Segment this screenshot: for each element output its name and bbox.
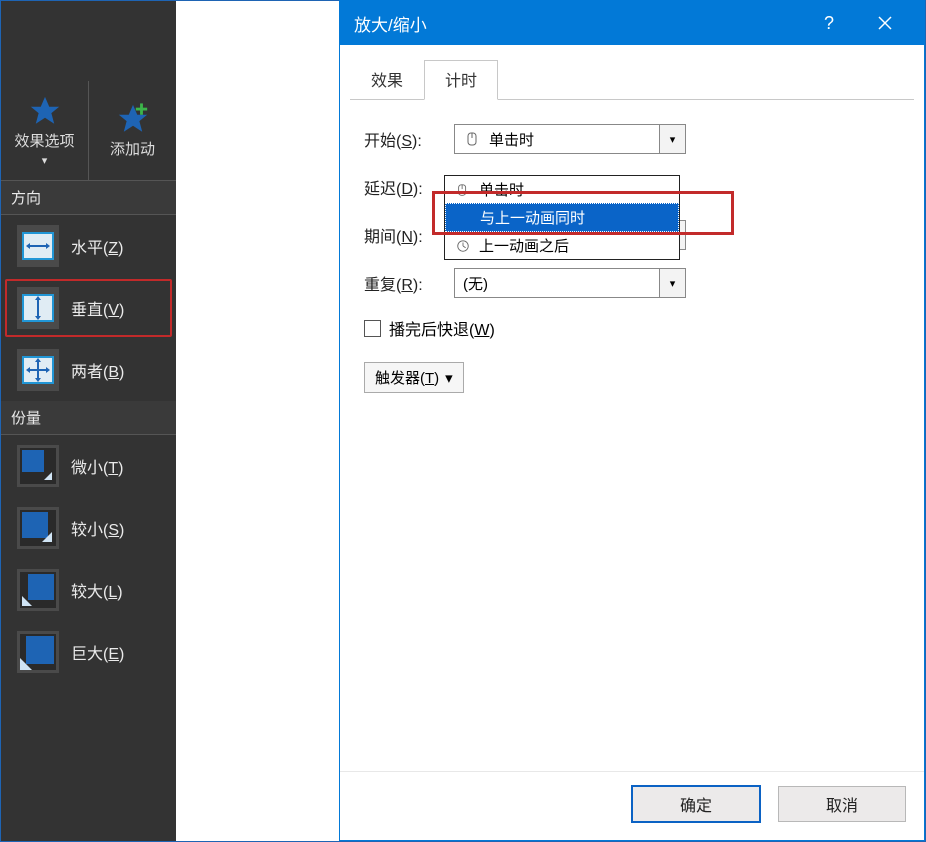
start-combo[interactable]: 单击时 ▾: [454, 124, 686, 154]
direction-vertical[interactable]: 垂直(V): [5, 279, 172, 337]
amount-tiny[interactable]: 微小(T): [5, 437, 172, 495]
tab-timing[interactable]: 计时: [424, 60, 498, 100]
add-animation-button[interactable]: 添加动: [89, 81, 176, 180]
chevron-down-icon[interactable]: ▾: [659, 269, 685, 297]
dialog-title: 放大/缩小: [354, 11, 804, 36]
dd-after-previous-label: 上一动画之后: [479, 235, 569, 256]
dd-on-click-label: 单击时: [479, 179, 524, 200]
direction-both-label: 两者(B): [71, 358, 124, 382]
row-start: 开始(S): 单击时 ▾: [364, 124, 900, 154]
rewind-checkbox-row[interactable]: 播完后快退(W): [364, 316, 900, 340]
chevron-down-icon: ▾: [42, 156, 48, 167]
dd-after-previous[interactable]: 上一动画之后: [445, 232, 679, 259]
section-direction-header: 方向: [1, 181, 176, 215]
checkbox-icon[interactable]: [364, 320, 381, 337]
smaller-icon: [17, 507, 59, 549]
close-button[interactable]: [860, 1, 910, 45]
add-animation-label: 添加动: [110, 140, 155, 160]
both-icon: [17, 349, 59, 391]
tiny-icon: [17, 445, 59, 487]
dd-with-previous[interactable]: 与上一动画同时: [445, 203, 679, 232]
chevron-down-icon: ▾: [445, 369, 453, 387]
amount-smaller-label: 较小(S): [71, 516, 124, 540]
start-dropdown-list: 单击时 与上一动画同时 上一动画之后: [444, 175, 680, 260]
duration-label: 期间(N):: [364, 223, 454, 247]
direction-both[interactable]: 两者(B): [5, 341, 172, 399]
dialog-titlebar[interactable]: 放大/缩小 ?: [340, 1, 924, 45]
trigger-button[interactable]: 触发器(T) ▾: [364, 362, 464, 393]
close-icon: [877, 15, 893, 31]
help-button[interactable]: ?: [804, 1, 854, 45]
mouse-click-icon: [463, 131, 483, 147]
start-value: 单击时: [489, 129, 677, 150]
sidebar-spacer: [1, 1, 176, 81]
delay-label: 延迟(D):: [364, 175, 454, 199]
amount-larger-label: 较大(L): [71, 578, 123, 602]
chevron-down-icon[interactable]: ▾: [659, 125, 685, 153]
sidebar-toolbar: 效果选项 ▾ 添加动: [1, 81, 176, 181]
effect-options-button[interactable]: 效果选项 ▾: [1, 81, 89, 180]
dd-with-previous-label: 与上一动画同时: [480, 207, 585, 228]
zoom-dialog: 放大/缩小 ? 效果 计时 开始(S): 单击时 ▾ 延迟(D: [339, 0, 925, 841]
dialog-body: 效果 计时 开始(S): 单击时 ▾ 延迟(D): 期间(N):: [340, 45, 924, 771]
direction-vertical-label: 垂直(V): [71, 296, 124, 320]
trigger-label: 触发器(T): [375, 367, 439, 388]
section-amount-header: 份量: [1, 401, 176, 435]
repeat-combo[interactable]: (无) ▾: [454, 268, 686, 298]
tab-strip: 效果 计时: [350, 59, 914, 100]
dd-on-click[interactable]: 单击时: [445, 176, 679, 203]
horizontal-icon: [17, 225, 59, 267]
ok-button[interactable]: 确定: [632, 786, 760, 822]
direction-horizontal[interactable]: 水平(Z): [5, 217, 172, 275]
mouse-click-icon: [453, 183, 473, 197]
effect-options-label: 效果选项: [14, 132, 74, 152]
larger-icon: [17, 569, 59, 611]
vertical-icon: [17, 287, 59, 329]
cancel-button[interactable]: 取消: [778, 786, 906, 822]
rewind-label: 播完后快退(W): [389, 316, 495, 340]
star-plus-icon: [116, 102, 150, 136]
amount-larger[interactable]: 较大(L): [5, 561, 172, 619]
amount-huge-label: 巨大(E): [71, 640, 124, 664]
clock-icon: [453, 239, 473, 253]
amount-huge[interactable]: 巨大(E): [5, 623, 172, 681]
tab-effect[interactable]: 效果: [350, 60, 424, 100]
amount-smaller[interactable]: 较小(S): [5, 499, 172, 557]
row-repeat: 重复(R): (无) ▾: [364, 268, 900, 298]
start-label: 开始(S):: [364, 127, 454, 151]
repeat-value: (无): [463, 273, 677, 294]
amount-tiny-label: 微小(T): [71, 454, 123, 478]
direction-horizontal-label: 水平(Z): [71, 234, 123, 258]
star-icon: [28, 94, 62, 128]
dialog-button-bar: 确定 取消: [340, 771, 924, 840]
huge-icon: [17, 631, 59, 673]
repeat-label: 重复(R):: [364, 271, 454, 295]
effects-sidebar: 效果选项 ▾ 添加动 方向 水平(Z): [1, 1, 176, 841]
